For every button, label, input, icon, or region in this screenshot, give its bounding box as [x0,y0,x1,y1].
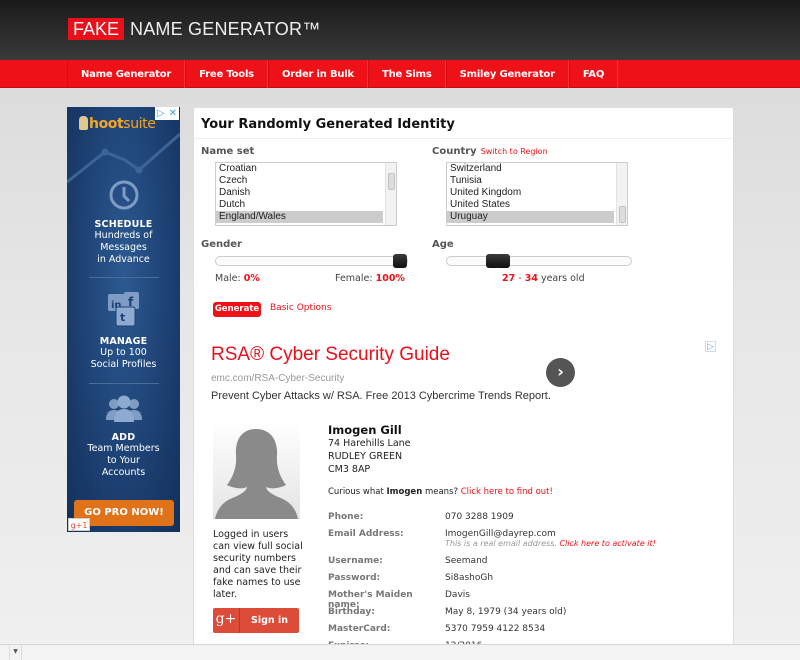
detail-row-email: Email Address: ImogenGill@dayrep.com Thi… [328,529,656,548]
detail-row-phone: Phone: 070 3288 1909 [328,512,514,522]
main-nav: Name Generator Free Tools Order in Bulk … [0,60,800,88]
gender-label: Gender [201,239,242,250]
detail-row-maiden-name: Mother's Maiden name: Davis [328,590,470,610]
male-readout: Male: 0% [215,273,260,284]
owl-icon [79,116,88,130]
title-divider [194,138,733,139]
country-label: Country Switch to Region [432,146,548,157]
social-icons: in f t [107,292,139,327]
name-set-label: Name set [201,146,255,157]
email-value: ImogenGill@dayrep.com [445,529,556,539]
name-set-listbox[interactable]: Croatian Czech Danish Dutch England/Wale… [215,162,397,226]
age-slider[interactable] [446,254,632,268]
page-title: Your Randomly Generated Identity [201,117,455,132]
country-option[interactable]: Tunisia [447,175,614,187]
detail-row-birthday: Birthday: May 8, 1979 (34 years old) [328,607,567,617]
nav-order-in-bulk[interactable]: Order in Bulk [267,60,368,88]
nav-free-tools[interactable]: Free Tools [185,60,268,88]
gender-slider[interactable] [215,254,408,268]
adchoices-icon[interactable]: ▷ [705,341,716,352]
team-icon [105,395,142,422]
name-meaning-prompt: Curious what Imogen means? Click here to… [328,487,553,497]
avatar [213,421,300,519]
female-silhouette-icon [215,429,298,519]
clock-icon [109,180,138,210]
age-max-handle[interactable] [496,254,511,268]
country-listbox[interactable]: Switzerland Tunisia United Kingdom Unite… [446,162,628,226]
google-signin-button[interactable]: g+ Sign in [213,608,299,633]
ad-block-manage: in f t MANAGE Up to 100 Social Profiles [67,290,180,371]
ad-divider [89,277,159,278]
name-set-scrollbar[interactable] [385,163,396,225]
hootsuite-ad[interactable]: ▷ ✕ hootsuite SCHEDULE Hundreds of Messa… [67,107,180,532]
name-set-option[interactable]: Dutch [216,199,383,211]
country-option[interactable]: United States [447,199,614,211]
login-note: Logged in users can view full social sec… [213,529,303,600]
detail-row-username: Username: Seemand [328,556,488,566]
name-meaning-link[interactable]: Click here to find out! [461,487,553,497]
close-icon[interactable]: ✕ [167,107,179,120]
gender-slider-handle[interactable] [393,254,407,268]
ad-block-add: ADD Team Members to Your Accounts [67,394,180,479]
svg-text:t: t [120,311,125,324]
nav-smiley-generator[interactable]: Smiley Generator [445,60,569,88]
name-set-option[interactable]: Czech [216,175,383,187]
bottom-bar-tab[interactable] [0,645,10,660]
age-label: Age [432,239,454,250]
text-ad-title[interactable]: RSA® Cyber Security Guide [211,344,450,366]
scrollbar-thumb[interactable] [619,206,626,223]
address-line: CM3 8AP [328,464,371,475]
address-line: 74 Harehills Lane [328,438,411,449]
country-option[interactable]: Switzerland [447,163,614,175]
text-ad-description: Prevent Cyber Attacks w/ RSA. Free 2013 … [211,390,551,402]
text-ad-url[interactable]: emc.com/RSA-Cyber-Security [211,373,344,384]
country-option[interactable]: United Kingdom [447,187,614,199]
identity-panel: Your Randomly Generated Identity Name se… [193,107,734,660]
female-percent: 100% [375,273,405,284]
adchoices-icon[interactable]: ▷ [155,107,167,120]
google-plus-one-button[interactable]: g+1 [68,518,90,531]
site-logo[interactable]: FAKE NAME GENERATOR™ [68,18,320,40]
age-min-value: 27 [502,273,516,284]
male-percent: 0% [243,273,260,284]
google-plus-icon: g+ [213,608,240,633]
country-scrollbar[interactable] [616,163,627,225]
female-readout: Female: 100% [335,273,405,284]
age-max-value: 34 [524,273,538,284]
logo-fake-badge: FAKE [68,18,125,40]
detail-row-mastercard: MasterCard: 5370 7959 4122 8534 [328,624,546,634]
ad-block-schedule: SCHEDULE Hundreds of Messages in Advance [67,179,180,266]
activate-email-link[interactable]: Click here to activate it! [559,539,655,548]
hootsuite-logo: hootsuite [79,116,156,132]
basic-options-link[interactable]: Basic Options [270,303,331,313]
address-line: RUDLEY GREEN [328,451,403,462]
scrollbar-thumb[interactable] [388,173,395,190]
chevron-down-icon[interactable]: ▼ [10,645,22,660]
age-readout: 27 - 34 years old [502,273,585,284]
nav-name-generator[interactable]: Name Generator [67,60,186,88]
nav-the-sims[interactable]: The Sims [368,60,446,88]
nav-faq[interactable]: FAQ [568,60,619,88]
switch-to-region-link[interactable]: Switch to Region [481,147,548,156]
detail-row-password: Password: Si8ashoGh [328,573,494,583]
chevron-right-icon[interactable]: › [546,358,575,387]
country-option-selected[interactable]: Uruguay [447,211,614,223]
generate-button[interactable]: Generate [213,302,261,317]
site-header: FAKE NAME GENERATOR™ [0,0,800,60]
identity-details: Phone: 070 3288 1909 Email Address: Imog… [328,512,728,658]
email-note: This is a real email address. Click here… [445,539,656,548]
name-set-option[interactable]: Danish [216,187,383,199]
logo-text: NAME GENERATOR™ [130,18,321,39]
browser-bottom-bar: ▼ [0,644,800,660]
ad-divider [89,383,159,384]
name-set-option[interactable]: Croatian [216,163,383,175]
ad-controls: ▷ ✕ [154,107,179,120]
name-set-option-selected[interactable]: England/Wales [216,211,383,223]
identity-name: Imogen Gill [328,423,402,437]
